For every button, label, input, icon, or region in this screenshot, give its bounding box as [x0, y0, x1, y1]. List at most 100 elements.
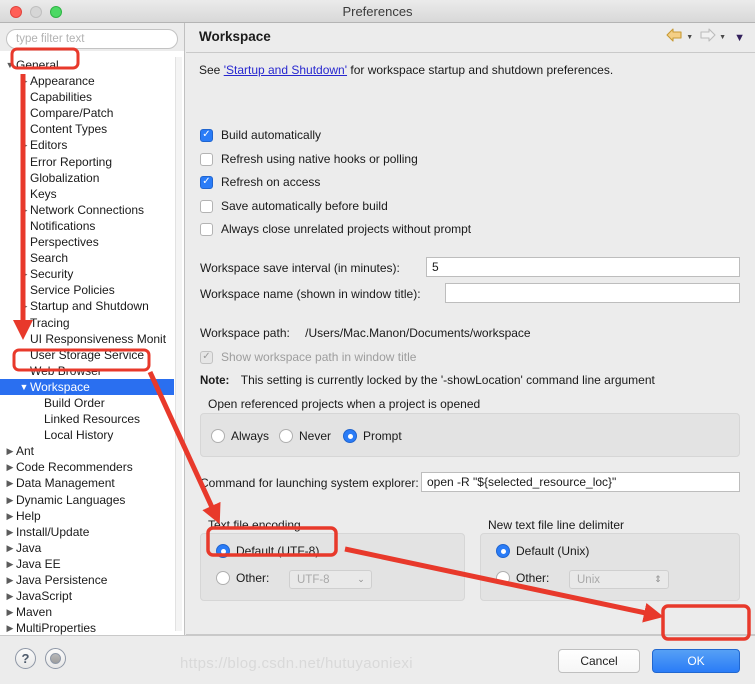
chevron-right-icon[interactable]: ▶ — [4, 475, 16, 491]
chevron-right-icon[interactable]: ▶ — [4, 604, 16, 620]
sidebar-item-compare-patch[interactable]: Compare/Patch — [0, 105, 174, 121]
forward-dropdown-triangle-icon[interactable]: ▼ — [719, 34, 726, 41]
sidebar-item-startup-and-shutdown[interactable]: ▶ Startup and Shutdown — [0, 298, 174, 314]
sidebar-item-data-management[interactable]: ▶ Data Management — [0, 475, 174, 491]
checkbox-1[interactable] — [200, 152, 213, 166]
question-mark-icon[interactable]: ? — [15, 648, 36, 669]
sidebar-item-code-recommenders[interactable]: ▶ Code Recommenders — [0, 459, 174, 475]
sidebar-item-network-connections[interactable]: ▶ Network Connections — [0, 202, 174, 218]
sidebar-item-content-types[interactable]: Content Types — [0, 121, 174, 137]
sidebar-item-java-ee[interactable]: ▶ Java EE — [0, 556, 174, 572]
startup-and-shutdown-link[interactable]: 'Startup and Shutdown' — [224, 63, 347, 77]
radio-always[interactable] — [211, 429, 225, 443]
chevron-right-icon[interactable]: ▶ — [4, 524, 16, 540]
chevron-right-icon[interactable]: ▶ — [4, 443, 16, 459]
encoding-default-radio-row[interactable]: Default (UTF-8) — [216, 544, 319, 558]
view-menu-triangle-icon[interactable]: ▼ — [734, 32, 745, 44]
chevron-right-icon[interactable]: ▶ — [4, 572, 16, 588]
cancel-button[interactable]: Cancel — [558, 649, 640, 673]
sidebar-item-build-order[interactable]: Build Order — [0, 395, 174, 411]
delimiter-default-radio-row[interactable]: Default (Unix) — [496, 544, 589, 558]
radio-prompt[interactable] — [343, 429, 357, 443]
save-interval-input[interactable] — [426, 257, 740, 277]
sidebar-item-notifications[interactable]: Notifications — [0, 218, 174, 234]
sidebar-item-tracing[interactable]: Tracing — [0, 315, 174, 331]
checkbox-2[interactable] — [200, 175, 213, 189]
sidebar-item-appearance[interactable]: ▶ Appearance — [0, 73, 174, 89]
sidebar-item-error-reporting[interactable]: Error Reporting — [0, 154, 174, 170]
delimiter-other-radio[interactable] — [496, 571, 510, 585]
chevron-right-icon[interactable]: ▶ — [18, 202, 30, 218]
checkbox-3[interactable] — [200, 199, 213, 213]
sidebar-item-javascript[interactable]: ▶ JavaScript — [0, 588, 174, 604]
checkbox-row-save-automatically-before-build[interactable]: Save automatically before build — [200, 199, 388, 213]
sidebar-item-install-update[interactable]: ▶ Install/Update — [0, 524, 174, 540]
chevron-right-icon[interactable]: ▶ — [4, 459, 16, 475]
chevron-right-icon[interactable]: ▶ — [18, 73, 30, 89]
delimiter-combo[interactable]: Unix ⇕ — [569, 570, 669, 589]
grey-circle-icon[interactable] — [45, 648, 66, 669]
sidebar-item-java-persistence[interactable]: ▶ Java Persistence — [0, 572, 174, 588]
sidebar-item-label: Help — [16, 508, 41, 523]
sidebar-item-maven[interactable]: ▶ Maven — [0, 604, 174, 620]
open-referenced-option-prompt[interactable]: Prompt — [343, 429, 402, 443]
chevron-right-icon[interactable]: ▶ — [4, 556, 16, 572]
sidebar-item-service-policies[interactable]: Service Policies — [0, 282, 174, 298]
sidebar-item-search[interactable]: Search — [0, 250, 174, 266]
search-input[interactable] — [6, 29, 178, 49]
delimiter-other-radio-row[interactable]: Other: — [496, 571, 549, 585]
chevron-right-icon[interactable]: ▶ — [4, 540, 16, 556]
note-text: This setting is currently locked by the … — [240, 373, 655, 387]
chevron-down-icon[interactable]: ⌄ — [353, 572, 369, 587]
chevron-right-icon[interactable]: ▶ — [4, 588, 16, 604]
sidebar-item-ui-responsiveness-monit[interactable]: UI Responsiveness Monit — [0, 331, 174, 347]
sidebar-item-security[interactable]: ▶ Security — [0, 266, 174, 282]
chevron-right-icon[interactable]: ▶ — [18, 266, 30, 282]
sidebar-item-editors[interactable]: ▶ Editors — [0, 137, 174, 153]
chevron-down-icon[interactable]: ▼ — [4, 57, 16, 73]
back-arrow-icon[interactable] — [666, 28, 683, 47]
checkbox-0[interactable] — [200, 128, 213, 142]
sidebar-item-user-storage-service[interactable]: User Storage Service — [0, 347, 174, 363]
chevron-right-icon[interactable]: ▶ — [4, 620, 16, 635]
chevron-right-icon[interactable]: ▶ — [4, 508, 16, 524]
sidebar-item-linked-resources[interactable]: Linked Resources — [0, 411, 174, 427]
sidebar-item-ant[interactable]: ▶ Ant — [0, 443, 174, 459]
checkbox-row-build-automatically[interactable]: Build automatically — [200, 128, 321, 142]
sidebar-item-multiproperties[interactable]: ▶ MultiProperties — [0, 620, 174, 635]
sidebar-item-local-history[interactable]: Local History — [0, 427, 174, 443]
sidebar-item-java[interactable]: ▶ Java — [0, 540, 174, 556]
ok-button[interactable]: OK — [652, 649, 740, 673]
encoding-other-radio[interactable] — [216, 571, 230, 585]
delimiter-default-radio[interactable] — [496, 544, 510, 558]
sidebar-item-globalization[interactable]: Globalization — [0, 170, 174, 186]
checkbox-4[interactable] — [200, 222, 213, 236]
sidebar-scrollbar[interactable] — [175, 57, 182, 631]
checkbox-row-always-close-unrelated-projects-without-prompt[interactable]: Always close unrelated projects without … — [200, 222, 471, 236]
back-dropdown-triangle-icon[interactable]: ▼ — [686, 34, 693, 41]
stepper-icon[interactable]: ⇕ — [650, 572, 666, 587]
encoding-other-radio-row[interactable]: Other: — [216, 571, 269, 585]
sidebar-item-perspectives[interactable]: Perspectives — [0, 234, 174, 250]
sidebar-item-dynamic-languages[interactable]: ▶ Dynamic Languages — [0, 492, 174, 508]
open-referenced-option-always[interactable]: Always — [211, 429, 269, 443]
preferences-tree[interactable]: ▼ General ▶ Appearance Capabilities Compare/P… — [0, 55, 174, 635]
encoding-combo[interactable]: UTF-8 ⌄ — [289, 570, 372, 589]
sidebar-item-capabilities[interactable]: Capabilities — [0, 89, 174, 105]
checkbox-row-refresh-using-native-hooks-or-polling[interactable]: Refresh using native hooks or polling — [200, 152, 418, 166]
sidebar-item-web-browser[interactable]: Web Browser — [0, 363, 174, 379]
sidebar-item-keys[interactable]: Keys — [0, 186, 174, 202]
explorer-command-input[interactable] — [421, 472, 740, 492]
radio-never[interactable] — [279, 429, 293, 443]
chevron-right-icon[interactable]: ▶ — [18, 298, 30, 314]
sidebar-item-general[interactable]: ▼ General — [0, 57, 174, 73]
encoding-default-radio[interactable] — [216, 544, 230, 558]
workspace-name-input[interactable] — [445, 283, 740, 303]
sidebar-item-help[interactable]: ▶ Help — [0, 508, 174, 524]
chevron-right-icon[interactable]: ▶ — [18, 137, 30, 153]
open-referenced-option-never[interactable]: Never — [279, 429, 331, 443]
chevron-down-icon[interactable]: ▼ — [18, 379, 30, 395]
chevron-right-icon[interactable]: ▶ — [4, 492, 16, 508]
sidebar-item-workspace[interactable]: ▼ Workspace — [0, 378, 174, 395]
checkbox-row-refresh-on-access[interactable]: Refresh on access — [200, 175, 320, 189]
